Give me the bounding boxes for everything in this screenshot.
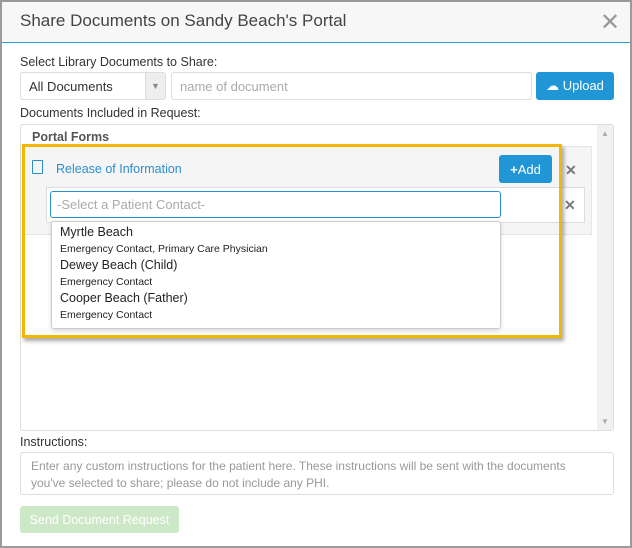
close-icon[interactable]: ✕ [600,8,620,37]
dialog-header: Share Documents on Sandy Beach's Portal … [2,2,630,43]
document-search-input[interactable] [171,72,532,100]
highlight-box [22,144,562,338]
upload-button[interactable]: ☁ Upload [536,72,614,100]
scrollbar[interactable]: ▲ ▼ [597,125,613,430]
scroll-down-icon[interactable]: ▼ [597,417,613,426]
filter-value: All Documents [29,79,113,94]
remove-contact-icon[interactable]: ✕ [564,197,576,214]
section-portal-forms: Portal Forms [32,130,110,144]
instructions-label: Instructions: [20,435,88,449]
share-documents-dialog: Share Documents on Sandy Beach's Portal … [2,2,630,546]
dialog-title: Share Documents on Sandy Beach's Portal [20,11,347,30]
included-label: Documents Included in Request: [20,106,201,120]
chevron-down-icon: ▼ [145,73,165,99]
document-filter-select[interactable]: All Documents ▼ [20,72,166,100]
cloud-upload-icon: ☁ [546,78,560,93]
library-label: Select Library Documents to Share: [20,55,218,69]
scroll-up-icon[interactable]: ▲ [597,129,613,138]
send-request-button[interactable]: Send Document Request [20,506,179,533]
upload-label: Upload [562,78,604,93]
instructions-textarea[interactable] [20,452,614,495]
remove-document-icon[interactable]: ✕ [565,162,577,179]
